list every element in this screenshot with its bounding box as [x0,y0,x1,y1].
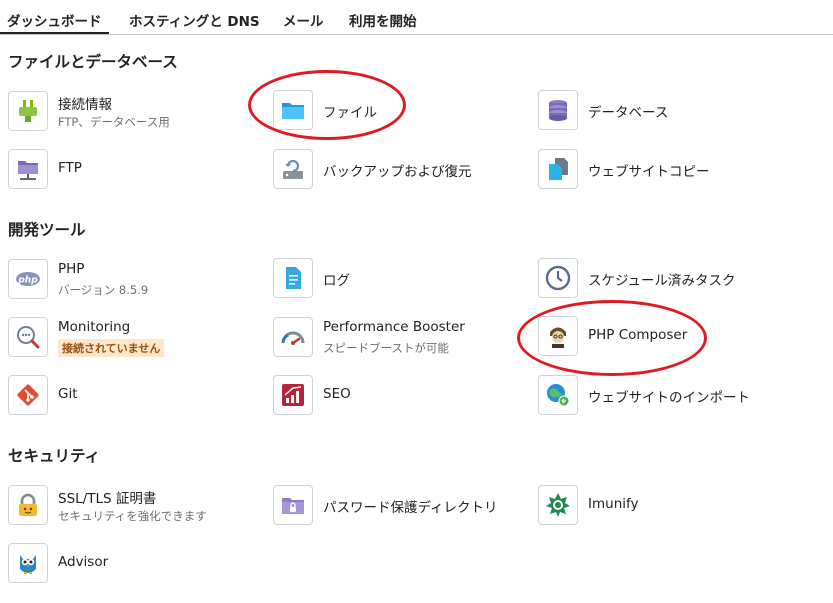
item-backup[interactable]: バックアップおよび復元 [273,149,523,193]
advisor-label: Advisor [58,554,109,570]
item-logs[interactable]: ログ [273,258,523,302]
item-ssl-tls[interactable]: SSL/TLS 証明書 セキュリティを強化できます [8,485,258,529]
imunify-icon [538,485,578,525]
php-label: PHP [58,261,85,277]
website-copy-label: ウェブサイトコピー [588,164,710,180]
globe-import-icon [538,375,578,415]
nav-tabs: ダッシュボード ホスティングと DNS メール 利用を開始 [0,0,833,35]
seo-chart-icon [273,375,313,415]
clock-icon [538,258,578,298]
speedometer-icon [273,317,313,357]
item-databases[interactable]: データベース [538,90,788,134]
item-website-import[interactable]: ウェブサイトのインポート [538,375,788,419]
backup-icon [273,149,313,189]
log-file-icon [273,258,313,298]
item-files[interactable]: ファイル [273,90,523,134]
php-icon: php [8,259,48,299]
git-icon [8,375,48,415]
item-php-composer[interactable]: PHP Composer [538,316,788,360]
imunify-label: Imunify [588,496,639,512]
locked-folder-icon [273,485,313,525]
monitoring-icon [8,317,48,357]
copy-icon [538,149,578,189]
lock-icon [8,485,48,525]
section-title-dev-tools: 開発ツール [8,221,86,239]
performance-booster-label: Performance Booster [323,319,465,335]
plug-icon [8,91,48,131]
git-label: Git [58,386,78,402]
monitoring-status-badge: 接続されていません [58,339,165,357]
password-directories-label: パスワード保護ディレクトリ [323,500,498,516]
website-import-label: ウェブサイトのインポート [588,390,750,406]
database-icon [538,90,578,130]
item-imunify[interactable]: Imunify [538,485,788,529]
tab-hosting-dns[interactable]: ホスティングと DNS [129,10,260,30]
databases-label: データベース [588,105,669,121]
item-seo[interactable]: SEO [273,375,523,419]
ssl-tls-sub: セキュリティを強化できます [58,509,207,523]
tab-dashboard[interactable]: ダッシュボード [0,10,108,34]
item-connection-info[interactable]: 接続情報 FTP、データベース用 [8,91,258,135]
item-php[interactable]: php PHP バージョン 8.5.9 [8,259,258,303]
item-ftp[interactable]: FTP [8,149,258,193]
item-scheduled-tasks[interactable]: スケジュール済みタスク [538,258,788,302]
section-title-files-databases: ファイルとデータベース [8,53,178,71]
ssl-tls-label: SSL/TLS 証明書 [58,491,157,507]
composer-icon [538,316,578,356]
item-website-copy[interactable]: ウェブサイトコピー [538,149,788,193]
backup-label: バックアップおよび復元 [323,164,472,180]
item-password-directories[interactable]: パスワード保護ディレクトリ [273,485,523,529]
performance-booster-sub: スピードブーストが可能 [323,341,449,355]
svg-text:php: php [17,276,38,286]
scheduled-tasks-label: スケジュール済みタスク [588,273,736,289]
seo-label: SEO [323,386,351,402]
connection-info-label: 接続情報 [58,97,112,113]
ftp-folder-icon [8,149,48,189]
files-label: ファイル [323,105,377,121]
owl-icon [8,543,48,583]
tab-getting-started[interactable]: 利用を開始 [349,10,417,30]
item-git[interactable]: Git [8,375,258,419]
folder-icon [273,90,313,130]
tab-mail[interactable]: メール [283,10,324,30]
ftp-label: FTP [58,160,82,176]
section-title-security: セキュリティ [8,447,101,465]
connection-info-sub: FTP、データベース用 [58,115,170,129]
item-advisor[interactable]: Advisor [8,543,258,587]
php-composer-label: PHP Composer [588,327,688,343]
php-version: バージョン 8.5.9 [58,283,149,297]
monitoring-label: Monitoring [58,319,131,335]
item-performance-booster[interactable]: Performance Booster スピードブーストが可能 [273,317,523,361]
item-monitoring[interactable]: Monitoring 接続されていません [8,317,258,361]
logs-label: ログ [323,273,350,289]
